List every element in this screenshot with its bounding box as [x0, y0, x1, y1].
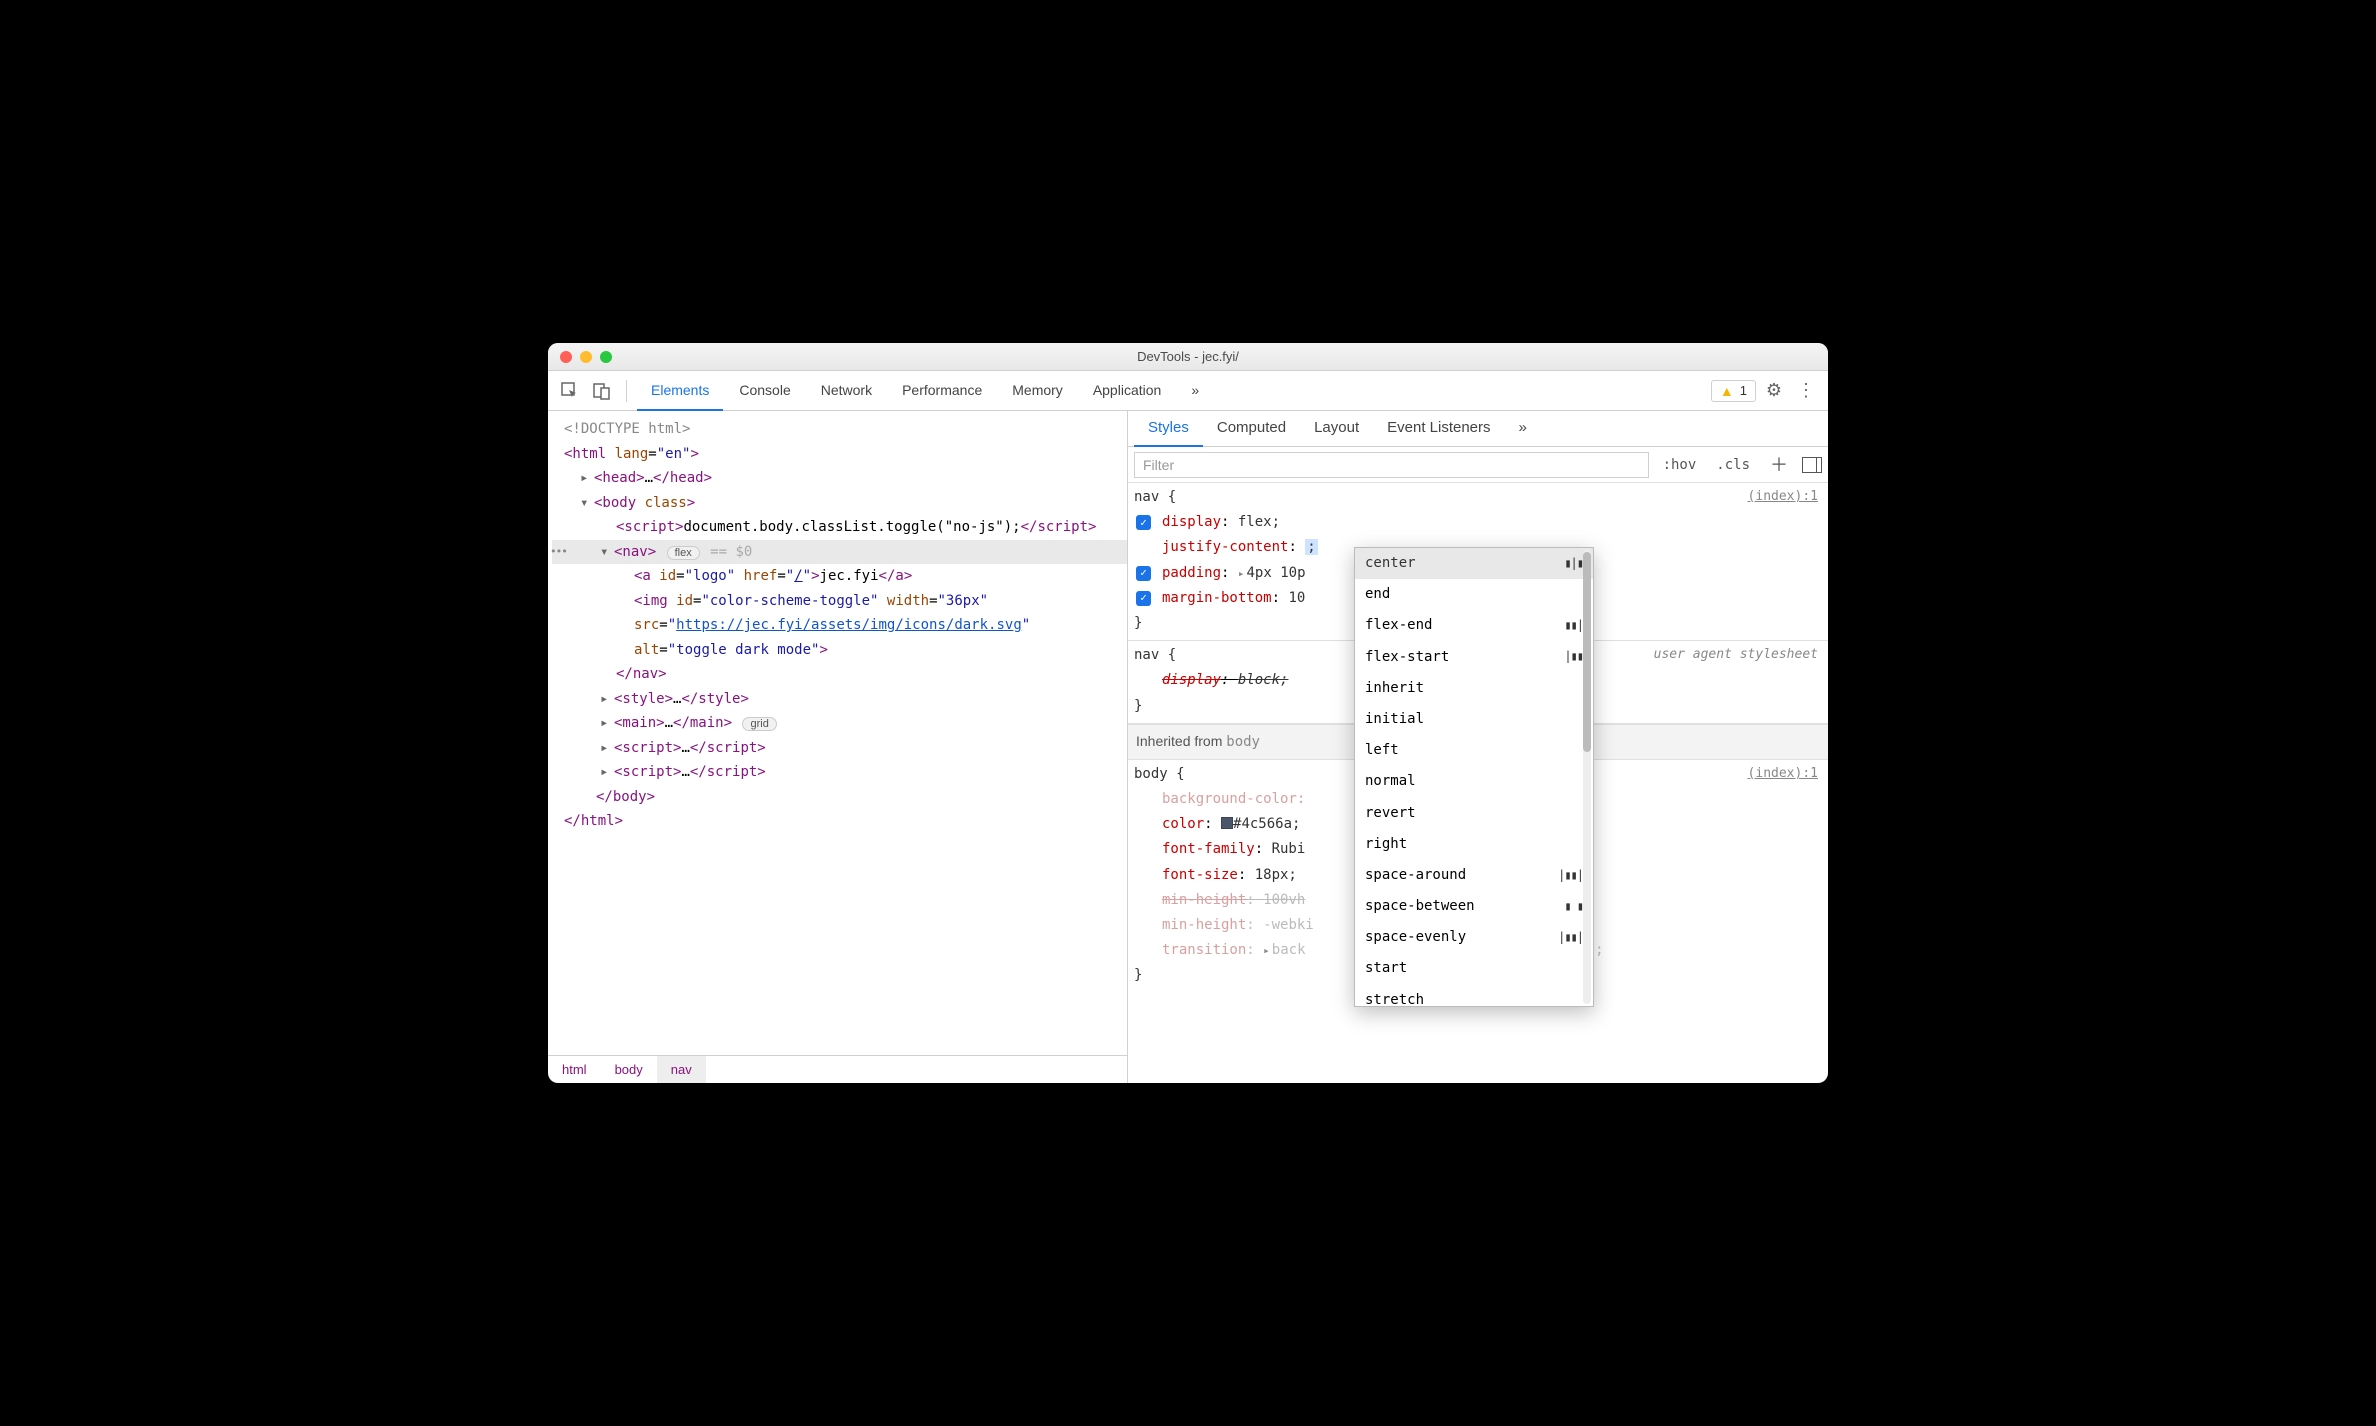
tab-overflow[interactable]: »: [1177, 371, 1213, 411]
settings-icon[interactable]: ⚙: [1760, 377, 1788, 405]
subtab-overflow[interactable]: »: [1505, 411, 1541, 447]
autocomplete-item[interactable]: space-evenly|▮▮|: [1355, 922, 1593, 953]
device-toolbar-icon[interactable]: [588, 377, 616, 405]
window-controls: [560, 351, 612, 363]
color-swatch[interactable]: [1221, 817, 1233, 829]
dom-line[interactable]: ▸<style>…</style>: [552, 687, 1127, 712]
subtab-event-listeners[interactable]: Event Listeners: [1373, 411, 1504, 447]
dom-line[interactable]: <!DOCTYPE html>: [552, 417, 1127, 442]
subtab-styles[interactable]: Styles: [1134, 411, 1203, 447]
dom-line[interactable]: </body>: [552, 785, 1127, 810]
autocomplete-item[interactable]: right: [1355, 829, 1593, 860]
dom-line[interactable]: </nav>: [552, 662, 1127, 687]
crumb-body[interactable]: body: [601, 1056, 657, 1083]
warning-icon: ▲: [1720, 383, 1734, 399]
autocomplete-item[interactable]: revert: [1355, 798, 1593, 829]
fullscreen-window-button[interactable]: [600, 351, 612, 363]
styles-pane: Styles Computed Layout Event Listeners »…: [1128, 411, 1828, 1083]
dom-tree[interactable]: <!DOCTYPE html> <html lang="en"> ▸<head>…: [548, 411, 1127, 1055]
dom-selected-row[interactable]: ▾<nav> flex == $0: [552, 540, 1127, 565]
flex-badge[interactable]: flex: [667, 546, 700, 560]
warnings-badge[interactable]: ▲ 1: [1711, 380, 1756, 402]
dom-line[interactable]: ▸<head>…</head>: [552, 466, 1127, 491]
rule-source-link[interactable]: (index):1: [1748, 762, 1818, 785]
autocomplete-item[interactable]: space-around|▮▮|: [1355, 860, 1593, 891]
cls-toggle[interactable]: .cls: [1710, 457, 1756, 473]
tab-memory[interactable]: Memory: [998, 371, 1077, 411]
minimize-window-button[interactable]: [580, 351, 592, 363]
property-checkbox[interactable]: [1136, 566, 1151, 581]
close-window-button[interactable]: [560, 351, 572, 363]
panes: <!DOCTYPE html> <html lang="en"> ▸<head>…: [548, 411, 1828, 1083]
hov-toggle[interactable]: :hov: [1657, 457, 1703, 473]
filter-input[interactable]: Filter: [1134, 452, 1649, 478]
dom-line[interactable]: </html>: [552, 809, 1127, 834]
autocomplete-item[interactable]: flex-start|▮▮: [1355, 642, 1593, 673]
scrollbar[interactable]: [1583, 550, 1591, 1004]
autocomplete-item[interactable]: end: [1355, 579, 1593, 610]
tab-performance[interactable]: Performance: [888, 371, 996, 411]
elements-pane: <!DOCTYPE html> <html lang="en"> ▸<head>…: [548, 411, 1128, 1083]
main-toolbar: Elements Console Network Performance Mem…: [548, 371, 1828, 411]
titlebar: DevTools - jec.fyi/: [548, 343, 1828, 371]
autocomplete-popup[interactable]: center▮|▮endflex-end▮▮|flex-start|▮▮inhe…: [1354, 547, 1594, 1007]
autocomplete-item[interactable]: center▮|▮: [1355, 548, 1593, 579]
subtab-layout[interactable]: Layout: [1300, 411, 1373, 447]
breadcrumb: html body nav: [548, 1055, 1127, 1083]
rule-source-link[interactable]: (index):1: [1748, 485, 1818, 508]
autocomplete-item[interactable]: space-between▮ ▮: [1355, 891, 1593, 922]
window-title: DevTools - jec.fyi/: [548, 349, 1828, 364]
dom-line[interactable]: ▸<script>…</script>: [552, 736, 1127, 761]
dom-line[interactable]: <a id="logo" href="/">jec.fyi</a>: [552, 564, 1127, 589]
inspect-element-icon[interactable]: [556, 377, 584, 405]
crumb-nav[interactable]: nav: [657, 1056, 706, 1083]
tab-network[interactable]: Network: [807, 371, 886, 411]
dom-line[interactable]: ▸<main>…</main> grid: [552, 711, 1127, 736]
dom-line[interactable]: ▾<body class>: [552, 491, 1127, 516]
dom-line[interactable]: <img id="color-scheme-toggle" width="36p…: [552, 589, 1127, 663]
autocomplete-item[interactable]: normal: [1355, 766, 1593, 797]
autocomplete-item[interactable]: inherit: [1355, 673, 1593, 704]
property-checkbox[interactable]: [1136, 515, 1151, 530]
subtab-computed[interactable]: Computed: [1203, 411, 1300, 447]
autocomplete-item[interactable]: left: [1355, 735, 1593, 766]
grid-badge[interactable]: grid: [742, 717, 776, 731]
property-checkbox[interactable]: [1136, 591, 1151, 606]
styles-body[interactable]: (index):1 nav { display: flex; justify-c…: [1128, 483, 1828, 1083]
tab-elements[interactable]: Elements: [637, 371, 723, 411]
divider: [626, 380, 627, 402]
panel-tabs: Elements Console Network Performance Mem…: [637, 371, 1213, 411]
dom-line[interactable]: ▸<script>…</script>: [552, 760, 1127, 785]
toggle-computed-panel-icon[interactable]: [1802, 457, 1822, 473]
filter-row: Filter :hov .cls ＋: [1128, 447, 1828, 483]
autocomplete-item[interactable]: initial: [1355, 704, 1593, 735]
tab-application[interactable]: Application: [1079, 371, 1176, 411]
dom-line[interactable]: <html lang="en">: [552, 442, 1127, 467]
autocomplete-item[interactable]: start: [1355, 953, 1593, 984]
dom-line[interactable]: <script>document.body.classList.toggle("…: [552, 515, 1127, 540]
tab-console[interactable]: Console: [725, 371, 804, 411]
autocomplete-item[interactable]: flex-end▮▮|: [1355, 610, 1593, 641]
devtools-window: DevTools - jec.fyi/ Elements Console Net…: [548, 343, 1828, 1083]
crumb-html[interactable]: html: [548, 1056, 601, 1083]
autocomplete-item[interactable]: stretch: [1355, 985, 1593, 1007]
warning-count: 1: [1740, 383, 1747, 398]
new-style-rule-button[interactable]: ＋: [1764, 451, 1794, 477]
rule-source-link: user agent stylesheet: [1654, 643, 1818, 666]
styles-subtabs: Styles Computed Layout Event Listeners »: [1128, 411, 1828, 447]
more-menu-icon[interactable]: ⋮: [1792, 377, 1820, 405]
